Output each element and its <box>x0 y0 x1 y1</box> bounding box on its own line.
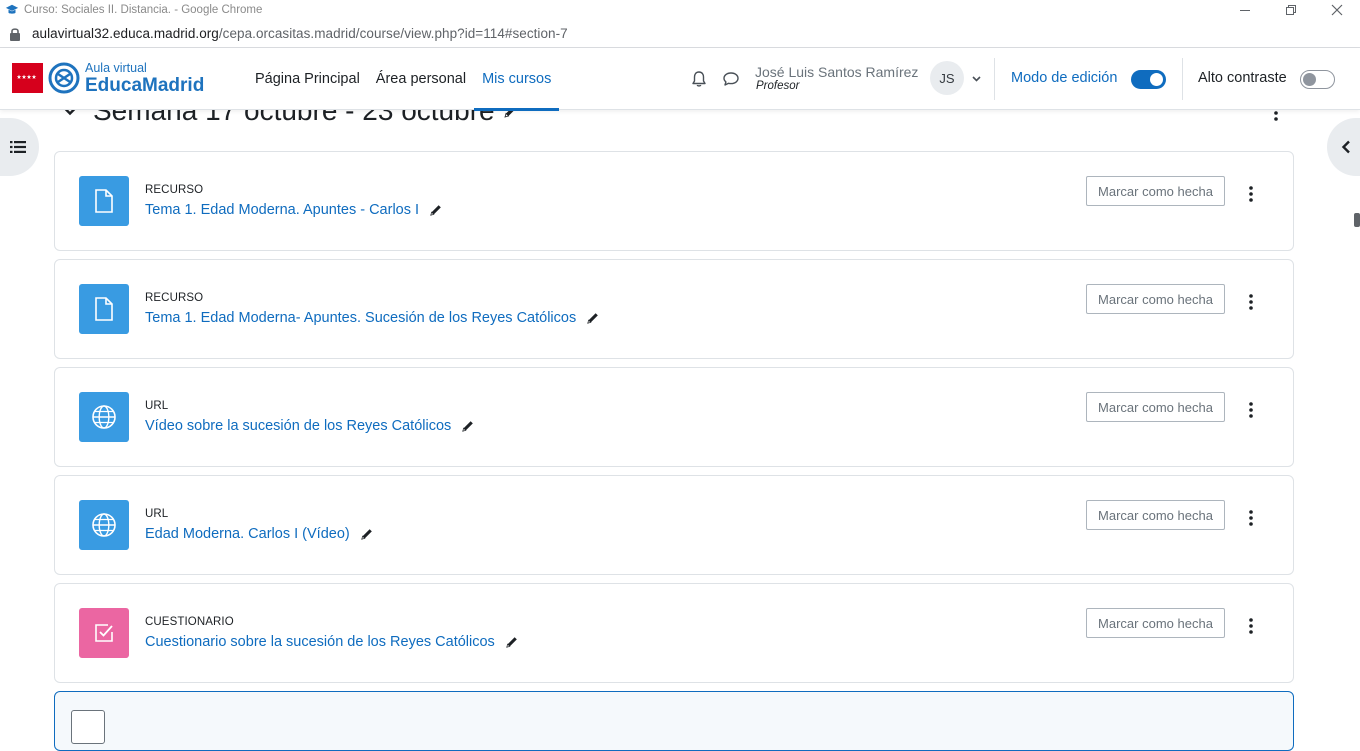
activity-link[interactable]: Edad Moderna. Carlos I (Vídeo) <box>145 526 350 542</box>
restore-icon <box>1286 5 1296 15</box>
activity-menu-icon[interactable] <box>1243 293 1259 311</box>
chevron-down-icon[interactable] <box>971 73 982 84</box>
logo-text: Aula virtual EducaMadrid <box>85 62 204 95</box>
divider <box>1182 58 1183 100</box>
activity-name-row: Vídeo sobre la sucesión de los Reyes Cat… <box>145 418 475 434</box>
window-title: Curso: Sociales II. Distancia. - Google … <box>24 4 263 16</box>
mark-done-button[interactable]: Marcar como hecha <box>1086 500 1225 530</box>
toggle-knob <box>1150 73 1163 86</box>
file-icon <box>95 189 113 213</box>
scrollbar-thumb[interactable] <box>1354 213 1360 227</box>
activity-name-row: Tema 1. Edad Moderna. Apuntes - Carlos I <box>145 202 443 218</box>
mark-done-button[interactable]: Marcar como hecha <box>1086 284 1225 314</box>
activity-name-row: Edad Moderna. Carlos I (Vídeo) <box>145 526 374 542</box>
activity-icon[interactable] <box>71 710 105 744</box>
block-drawer-button[interactable] <box>1327 118 1360 176</box>
activity-item: RECURSO Tema 1. Edad Moderna- Apuntes. S… <box>54 259 1294 359</box>
list-icon <box>9 141 26 153</box>
url-host: aulavirtual32.educa.madrid.org <box>32 26 219 41</box>
address-bar[interactable]: aulavirtual32.educa.madrid.org/cepa.orca… <box>0 20 1360 48</box>
pencil-icon[interactable] <box>429 203 443 217</box>
close-window-button[interactable] <box>1314 0 1360 20</box>
activity-icon[interactable] <box>79 608 129 658</box>
logo-title: EducaMadrid <box>85 74 205 96</box>
high-contrast-label[interactable]: Alto contraste <box>1198 70 1287 86</box>
high-contrast-toggle[interactable] <box>1300 70 1335 89</box>
activity-type: URL <box>145 400 169 412</box>
activity-item: URL Vídeo sobre la sucesión de los Reyes… <box>54 367 1294 467</box>
madrid-flag-icon <box>12 63 43 94</box>
activity-link[interactable]: Cuestionario sobre la sucesión de los Re… <box>145 634 495 650</box>
user-name[interactable]: José Luis Santos Ramírez <box>755 64 918 80</box>
activity-icon[interactable] <box>79 500 129 550</box>
edit-mode-label[interactable]: Modo de edición <box>1011 70 1117 86</box>
mark-done-button[interactable]: Marcar como hecha <box>1086 176 1225 206</box>
restore-button[interactable] <box>1268 0 1314 20</box>
minimize-button[interactable] <box>1222 0 1268 20</box>
file-icon <box>95 297 113 321</box>
globe-icon <box>92 513 116 537</box>
url-text[interactable]: aulavirtual32.educa.madrid.org/cepa.orca… <box>32 26 568 41</box>
activity-link[interactable]: Tema 1. Edad Moderna. Apuntes - Carlos I <box>145 202 419 218</box>
logo-subtitle: Aula virtual <box>85 61 147 75</box>
activity-type: RECURSO <box>145 292 204 304</box>
activity-menu-icon[interactable] <box>1243 401 1259 419</box>
quiz-check-icon <box>95 624 113 642</box>
url-path: /cepa.orcasitas.madrid/course/view.php?i… <box>218 26 568 41</box>
minimize-icon <box>1240 10 1250 11</box>
activity-icon[interactable] <box>79 284 129 334</box>
activity-type: RECURSO <box>145 184 204 196</box>
chevron-left-icon <box>1341 140 1350 154</box>
window-titlebar: Curso: Sociales II. Distancia. - Google … <box>0 0 1360 20</box>
primary-navigation: Página Principal Área personal Mis curso… <box>247 48 560 111</box>
activity-link[interactable]: Vídeo sobre la sucesión de los Reyes Cat… <box>145 418 451 434</box>
messages-icon[interactable] <box>722 70 740 88</box>
user-role: Profesor <box>756 80 800 92</box>
site-navbar: Aula virtual EducaMadrid Página Principa… <box>0 48 1360 111</box>
activity-name-row: Cuestionario sobre la sucesión de los Re… <box>145 634 519 650</box>
activity-menu-icon[interactable] <box>1243 617 1259 635</box>
activity-menu-icon[interactable] <box>1243 509 1259 527</box>
activity-item: URL Edad Moderna. Carlos I (Vídeo) Marca… <box>54 475 1294 575</box>
globe-icon <box>92 405 116 429</box>
activity-type: CUESTIONARIO <box>145 616 234 628</box>
nav-pagina-principal[interactable]: Página Principal <box>247 48 368 110</box>
nav-mis-cursos[interactable]: Mis cursos <box>474 48 560 111</box>
activity-link[interactable]: Tema 1. Edad Moderna- Apuntes. Sucesión … <box>145 310 576 326</box>
activity-icon[interactable] <box>79 392 129 442</box>
activity-menu-icon[interactable] <box>1243 185 1259 203</box>
pencil-icon[interactable] <box>505 635 519 649</box>
activity-item-partial <box>54 691 1294 751</box>
edit-mode-toggle[interactable] <box>1131 70 1166 89</box>
educamadrid-logo-icon <box>48 62 80 94</box>
mark-done-button[interactable]: Marcar como hecha <box>1086 392 1225 422</box>
site-logo[interactable]: Aula virtual EducaMadrid <box>12 62 204 95</box>
toggle-knob <box>1303 73 1316 86</box>
pencil-icon[interactable] <box>461 419 475 433</box>
course-index-drawer-button[interactable] <box>0 118 39 176</box>
divider <box>994 58 995 100</box>
activity-item: CUESTIONARIO Cuestionario sobre la suces… <box>54 583 1294 683</box>
activity-type: URL <box>145 508 169 520</box>
avatar[interactable]: JS <box>930 61 964 95</box>
pencil-icon[interactable] <box>586 311 600 325</box>
nav-area-personal[interactable]: Área personal <box>368 48 474 110</box>
pencil-icon[interactable] <box>360 527 374 541</box>
activity-icon[interactable] <box>79 176 129 226</box>
activity-name-row: Tema 1. Edad Moderna- Apuntes. Sucesión … <box>145 310 600 326</box>
mark-done-button[interactable]: Marcar como hecha <box>1086 608 1225 638</box>
graduation-cap-icon <box>5 4 19 14</box>
window-controls <box>1222 0 1360 20</box>
close-icon <box>1331 4 1343 16</box>
lock-icon[interactable] <box>9 27 21 41</box>
activity-item: RECURSO Tema 1. Edad Moderna. Apuntes - … <box>54 151 1294 251</box>
bell-icon[interactable] <box>690 70 708 88</box>
